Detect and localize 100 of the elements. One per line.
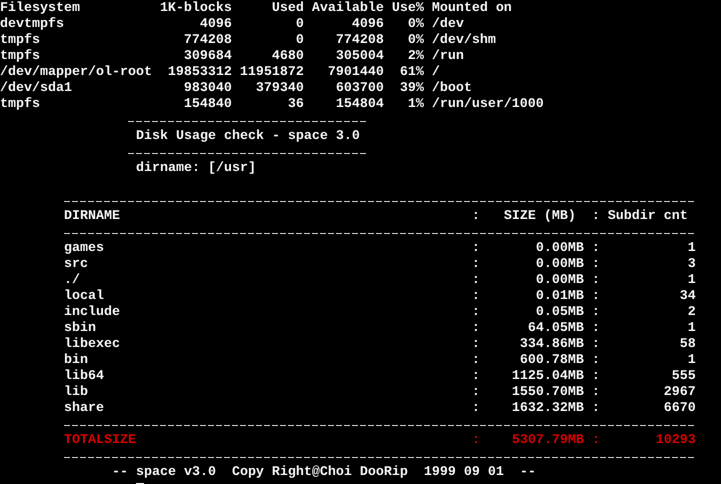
used-cell-text: 36 — [286, 97, 304, 113]
blocks-cell-text: 309684 — [182, 49, 232, 65]
available-cell-text: 774208 — [334, 33, 384, 49]
use-percent-cell-text: 39% — [398, 81, 424, 97]
size-cell-text: 0.00MB — [534, 257, 584, 273]
dirname-cell-text: lib — [64, 385, 89, 401]
dirname-cell-text: share — [64, 401, 105, 417]
footer-text: -- space v3.0 Copy Right@Choi DooRip 1999 09 01 -- — [112, 465, 536, 481]
column-separator: : — [472, 241, 480, 257]
blocks-cell-text: 154840 — [182, 97, 232, 113]
column-separator: : — [472, 209, 480, 225]
filesystem-cell: /dev/mapper/ol-root — [0, 65, 152, 81]
subdir-count-cell-text: 555 — [670, 369, 696, 385]
column-separator: : — [472, 273, 480, 289]
dirname-cell-text: src — [64, 257, 89, 273]
column-separator: : — [472, 305, 480, 321]
column-separator: : — [592, 401, 600, 417]
size-cell-text: 0.05MB — [534, 305, 584, 321]
column-separator: : — [592, 337, 600, 353]
column-separator: : — [592, 241, 600, 257]
available-cell-text: 7901440 — [326, 65, 384, 81]
column-header: Available — [310, 1, 384, 17]
dirname-cell-text: sbin — [64, 321, 97, 337]
column-separator: : — [592, 369, 600, 385]
column-separator: : — [592, 209, 600, 225]
filesystem-cell-text: /dev/sda1 — [0, 81, 73, 97]
column-separator: : — [472, 321, 480, 337]
subdir-count-cell-text: 10293 — [654, 433, 696, 449]
blocks-cell-text: 774208 — [182, 33, 232, 49]
blocks-cell-text: 19853312 — [166, 65, 232, 81]
column-separator: : — [472, 433, 480, 449]
used-cell-text: 0 — [294, 17, 304, 33]
used-cell-text: 11951872 — [238, 65, 304, 81]
column-separator: : — [472, 257, 480, 273]
mount-point-cell-text: /dev — [432, 17, 465, 33]
subdir-count-cell-text: 34 — [678, 289, 696, 305]
available-cell-text: 603700 — [334, 81, 384, 97]
column-separator: : — [472, 337, 480, 353]
column-header: Used — [270, 1, 304, 17]
banner-title: Disk Usage check - space 3.0 — [136, 129, 360, 145]
column-separator: : — [592, 289, 600, 305]
column-separator: : — [592, 273, 600, 289]
subdir-count-cell-text: 2 — [686, 305, 696, 321]
dirname-label: dirname: [/usr] — [136, 161, 256, 177]
subdir-count-cell-text: 3 — [686, 257, 696, 273]
dirname-cell-text: bin — [64, 353, 89, 369]
size-cell-text: 5307.79MB — [510, 433, 584, 449]
column-header: Filesystem — [0, 1, 81, 17]
mount-point-cell-text: /dev/shm — [432, 33, 497, 49]
mount-point-cell-text: / — [432, 65, 441, 81]
dirname-cell-text: include — [64, 305, 121, 321]
column-header: 1K-blocks — [158, 1, 232, 17]
use-percent-cell-text: 61% — [398, 65, 424, 81]
filesystem-cell-text: tmpfs — [0, 97, 41, 113]
dirname-cell-text: games — [64, 241, 105, 257]
dirname-cell-text: lib64 — [64, 369, 105, 385]
use-percent-cell-text: 2% — [406, 49, 424, 65]
filesystem-cell-text: devtmpfs — [0, 17, 65, 33]
available-cell-text: 4096 — [350, 17, 384, 33]
blocks-cell-text: 4096 — [198, 17, 232, 33]
subdir-count-cell-text: 1 — [686, 241, 696, 257]
size-cell-text: 0.00MB — [534, 273, 584, 289]
filesystem-cell-text: tmpfs — [0, 33, 41, 49]
column-separator: : — [472, 289, 480, 305]
blocks-cell-text: 983040 — [182, 81, 232, 97]
size-cell-text: 0.00MB — [534, 241, 584, 257]
column-separator: : — [472, 401, 480, 417]
column-separator: : — [592, 305, 600, 321]
size-cell-text: 334.86MB — [518, 337, 584, 353]
size-cell-text: 64.05MB — [526, 321, 584, 337]
column-separator: : — [472, 369, 480, 385]
column-header: DIRNAME — [64, 209, 121, 225]
column-separator: : — [472, 385, 480, 401]
size-cell-text: 1125.04MB — [510, 369, 584, 385]
column-header: Mounted on — [432, 1, 513, 17]
mount-point-cell-text: /run/user/1000 — [432, 97, 545, 113]
available-cell-text: 305004 — [334, 49, 384, 65]
column-separator: : — [592, 257, 600, 273]
subdir-count-cell-text: 1 — [686, 353, 696, 369]
subdir-count-cell-text: 6670 — [662, 401, 696, 417]
used-cell-text: 379340 — [254, 81, 304, 97]
size-cell-text: 1632.32MB — [510, 401, 584, 417]
column-header: Use% — [390, 1, 424, 17]
column-separator: : — [472, 353, 480, 369]
subdir-count-cell-text: 2967 — [662, 385, 696, 401]
mount-point-cell-text: /boot — [432, 81, 473, 97]
subdir-count-cell-text: 1 — [686, 321, 696, 337]
dirname-cell-text: ./ — [64, 273, 81, 289]
size-cell-text: 1550.70MB — [510, 385, 584, 401]
use-percent-cell-text: 0% — [406, 17, 424, 33]
subdir-count-cell-text: 58 — [678, 337, 696, 353]
use-percent-cell-text: 0% — [406, 33, 424, 49]
filesystem-cell-text: tmpfs — [0, 49, 41, 65]
available-cell-text: 154804 — [334, 97, 384, 113]
column-separator: : — [592, 433, 600, 449]
size-cell-text: 600.78MB — [518, 353, 584, 369]
column-separator: : — [592, 385, 600, 401]
dirname-cell-text: local — [64, 289, 105, 305]
used-cell-text: 4680 — [270, 49, 304, 65]
mount-point-cell-text: /run — [432, 49, 465, 65]
